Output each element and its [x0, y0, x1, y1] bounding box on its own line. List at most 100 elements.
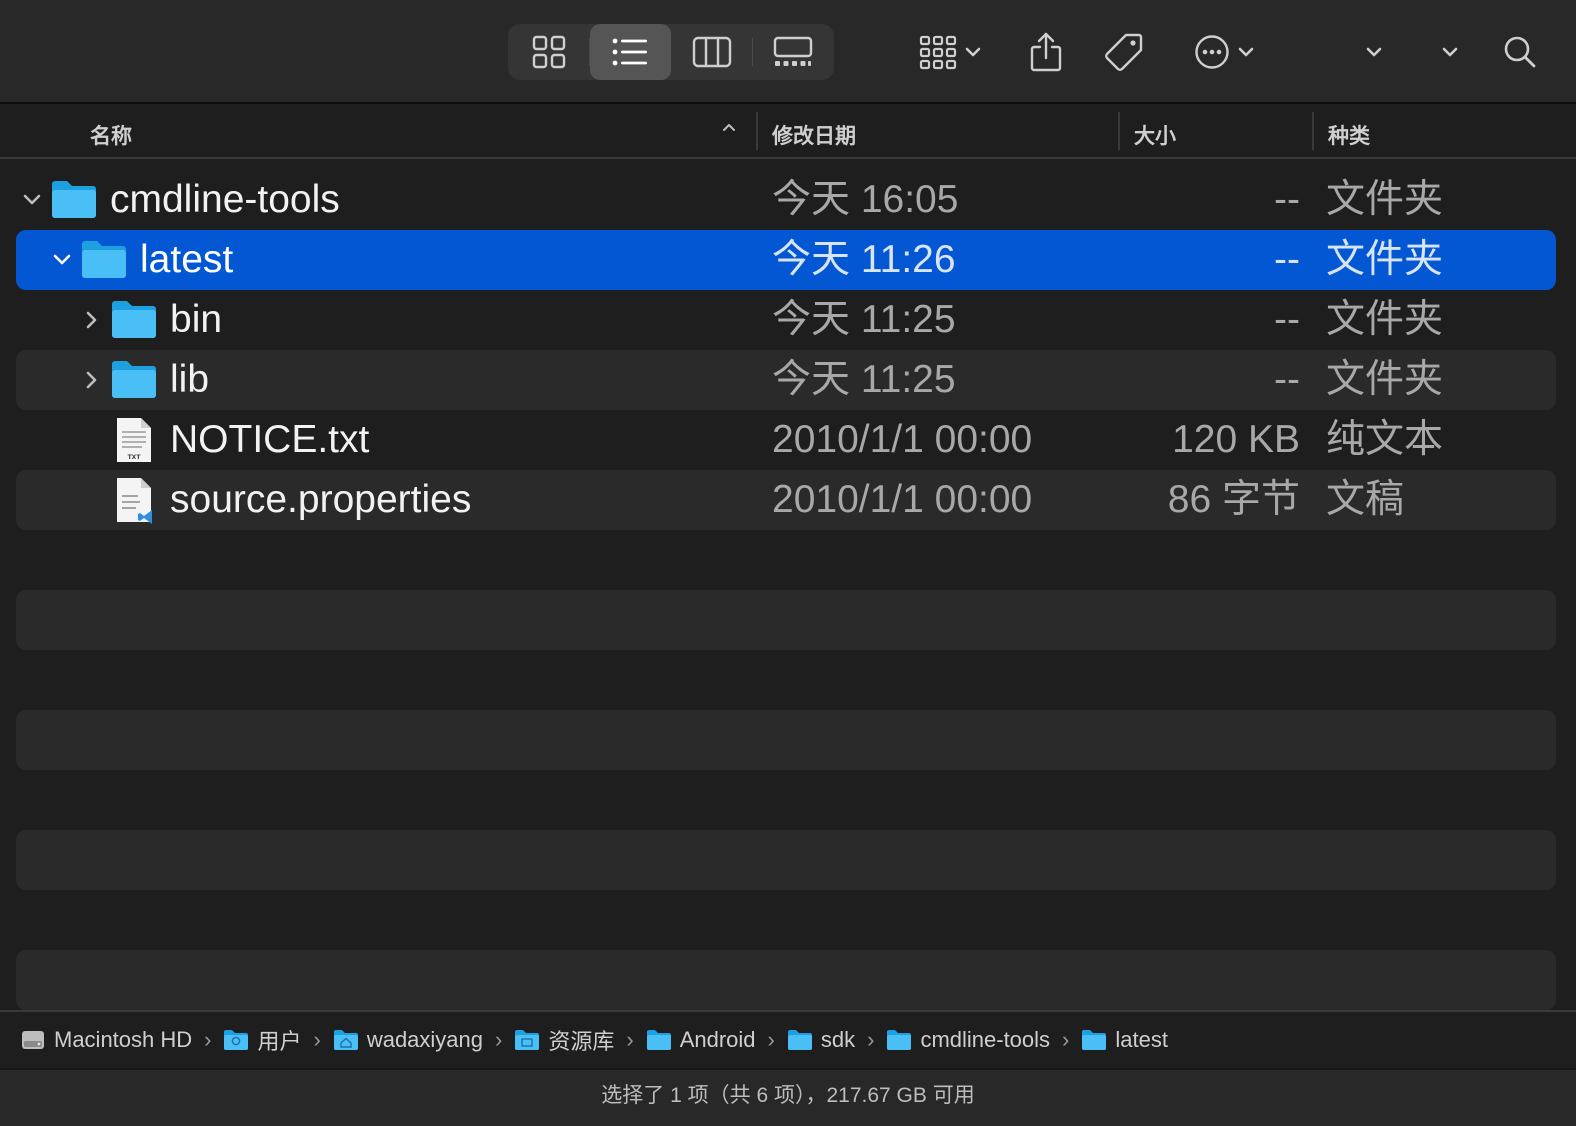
- gallery-icon: [774, 36, 813, 66]
- file-name: source.properties: [170, 478, 472, 521]
- file-name: bin: [170, 298, 223, 341]
- path-item-home[interactable]: wadaxiyang: [333, 1027, 483, 1053]
- toolbar: [0, 0, 1576, 104]
- path-item-label: sdk: [820, 1027, 856, 1052]
- file-name: lib: [170, 358, 210, 401]
- list-view-button[interactable]: [589, 24, 671, 80]
- folder-icon: [646, 1030, 671, 1050]
- chevron-right-icon[interactable]: [80, 308, 104, 332]
- folder-icon: [52, 181, 96, 218]
- more-actions-button[interactable]: [1188, 26, 1260, 78]
- file-row-source-properties[interactable]: source.properties 2010/1/1 00:00 86 字节 文…: [16, 470, 1556, 530]
- chevron-right-icon: ›: [626, 1027, 634, 1052]
- empty-row-stripe: [16, 590, 1556, 650]
- group-button[interactable]: [914, 26, 986, 78]
- status-text: 选择了 1 项（共 6 项），217.67 GB 可用: [601, 1084, 975, 1107]
- toolbar-overflow-button[interactable]: [1362, 26, 1386, 78]
- path-item-label: 资源库: [548, 1029, 615, 1054]
- path-bar: Macintosh HD › 用户 › wadaxiyang › 资源库 › A…: [0, 1010, 1576, 1068]
- chevron-right-icon[interactable]: [80, 368, 104, 392]
- column-header: 名称 修改日期 大小 种类: [0, 106, 1576, 159]
- columns-icon: [692, 36, 731, 68]
- path-item-library[interactable]: 资源库: [514, 1024, 614, 1056]
- toolbar-overflow-button-2[interactable]: [1438, 26, 1462, 78]
- path-item-macintosh-hd[interactable]: Macintosh HD: [20, 1027, 192, 1053]
- chevron-down-icon: [1442, 47, 1458, 57]
- path-item-android[interactable]: Android: [646, 1027, 756, 1053]
- file-size: --: [1274, 178, 1300, 221]
- file-name: latest: [140, 238, 234, 281]
- chevron-right-icon: ›: [204, 1027, 212, 1052]
- list-icon: [612, 38, 648, 66]
- tag-button[interactable]: [1102, 26, 1146, 78]
- view-mode-segmented-control: [508, 24, 834, 80]
- share-icon: [1030, 32, 1062, 72]
- folder-icon: [887, 1030, 912, 1050]
- more-icon: [1195, 35, 1229, 69]
- chevron-right-icon: ›: [867, 1027, 875, 1052]
- hard-drive-icon: [22, 1031, 44, 1049]
- icon-view-button[interactable]: [508, 24, 590, 80]
- folder-icon: [1082, 1030, 1107, 1050]
- file-size: 86 字节: [1167, 478, 1300, 521]
- column-view-button[interactable]: [671, 24, 753, 80]
- file-name: cmdline-tools: [110, 178, 340, 221]
- file-size: --: [1274, 238, 1300, 281]
- empty-row-stripe: [16, 710, 1556, 770]
- file-size: --: [1274, 298, 1300, 341]
- path-item-label: latest: [1115, 1027, 1168, 1052]
- path-item-latest[interactable]: latest: [1081, 1027, 1168, 1053]
- document-file-icon: [117, 478, 152, 524]
- group-icon: [919, 35, 957, 70]
- path-item-label: wadaxiyang: [366, 1027, 484, 1052]
- status-bar: 选择了 1 项（共 6 项），217.67 GB 可用: [0, 1068, 1576, 1126]
- tag-icon: [1105, 33, 1143, 71]
- folder-icon: [112, 301, 156, 338]
- chevron-down-icon: [1366, 47, 1382, 57]
- path-item-cmdline-tools[interactable]: cmdline-tools: [886, 1027, 1050, 1053]
- home-folder-icon: [333, 1030, 358, 1050]
- file-date: 今天 11:25: [772, 358, 956, 401]
- column-header-date[interactable]: 修改日期: [772, 120, 856, 150]
- file-date: 2010/1/1 00:00: [772, 418, 1033, 461]
- grid-icon: [532, 35, 565, 69]
- column-header-name[interactable]: 名称: [90, 120, 132, 150]
- search-icon: [1504, 36, 1536, 68]
- file-row-latest[interactable]: latest 今天 11:26 -- 文件夹: [16, 230, 1556, 290]
- file-kind: 文件夹: [1326, 298, 1444, 341]
- file-row-cmdline-tools[interactable]: cmdline-tools 今天 16:05 -- 文件夹: [16, 170, 1556, 230]
- file-date: 今天 11:26: [772, 238, 956, 281]
- sort-ascending-icon[interactable]: [722, 122, 736, 132]
- file-kind: 文件夹: [1326, 178, 1444, 221]
- file-date: 2010/1/1 00:00: [772, 478, 1033, 521]
- file-row-bin[interactable]: bin 今天 11:25 -- 文件夹: [16, 290, 1556, 350]
- file-size: 120 KB: [1172, 418, 1300, 461]
- column-header-size[interactable]: 大小: [1134, 120, 1176, 150]
- path-item-sdk[interactable]: sdk: [787, 1027, 855, 1053]
- path-item-label: Macintosh HD: [54, 1027, 193, 1052]
- chevron-right-icon: ›: [1062, 1027, 1070, 1052]
- gallery-view-button[interactable]: [753, 24, 835, 80]
- text-file-icon: TXT: [117, 418, 151, 462]
- chevron-down-icon[interactable]: [20, 188, 44, 212]
- file-row-lib[interactable]: lib 今天 11:25 -- 文件夹: [16, 350, 1556, 410]
- folder-icon: [224, 1030, 249, 1050]
- chevron-down-icon[interactable]: [50, 248, 74, 272]
- file-kind: 文稿: [1326, 478, 1405, 521]
- search-button[interactable]: [1502, 26, 1538, 78]
- file-size: --: [1274, 358, 1300, 401]
- folder-icon: [515, 1030, 540, 1050]
- file-row-notice[interactable]: TXT NOTICE.txt 2010/1/1 00:00 120 KB 纯文本: [16, 410, 1556, 470]
- file-kind: 文件夹: [1326, 238, 1444, 281]
- path-item-label: cmdline-tools: [920, 1027, 1051, 1052]
- empty-row-stripe: [16, 950, 1556, 1010]
- svg-text:TXT: TXT: [128, 454, 142, 461]
- file-kind: 纯文本: [1326, 418, 1444, 461]
- file-date: 今天 16:05: [772, 178, 959, 221]
- file-name: NOTICE.txt: [170, 418, 370, 461]
- chevron-down-icon: [965, 47, 981, 57]
- column-header-kind[interactable]: 种类: [1328, 120, 1370, 150]
- share-button[interactable]: [1026, 26, 1066, 78]
- path-item-users[interactable]: 用户: [223, 1024, 302, 1056]
- chevron-down-icon: [1238, 47, 1254, 57]
